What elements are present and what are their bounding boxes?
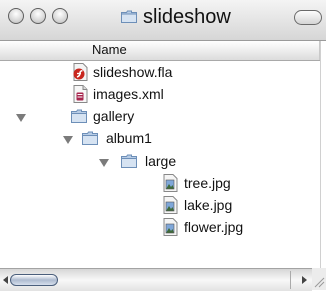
scroll-left-arrow-icon[interactable] [3,276,8,284]
list-item[interactable]: gallery [0,106,320,128]
list-item[interactable]: lake.jpg [0,195,320,217]
window-title: slideshow [143,6,231,28]
folder-icon [82,131,98,145]
list-item-label: gallery [93,108,135,124]
list-item-label: album1 [106,130,152,146]
image-file-icon [163,196,178,214]
list-right-edge [320,41,321,268]
image-file-icon [163,174,178,192]
list-item-label: lake.jpg [184,197,233,213]
finder-window: slideshow Name slideshow.fla images.xml [0,0,326,294]
scroll-right-arrow-icon[interactable] [302,276,307,284]
resize-grip-icon[interactable] [312,268,326,290]
scroll-arrow-divider [290,271,291,289]
list-item[interactable]: flower.jpg [0,217,320,239]
list-item-label: tree.jpg [184,175,231,191]
minimize-button[interactable] [30,8,46,24]
folder-icon [121,10,137,23]
title-bar[interactable]: slideshow [0,0,326,41]
list-item-label: slideshow.fla [93,64,173,80]
list-item-label: large [145,153,177,169]
toolbar-toggle-button[interactable] [294,10,322,25]
list-item[interactable]: images.xml [0,84,320,106]
scroll-thumb[interactable] [10,274,58,286]
folder-icon [71,109,87,123]
column-header-label: Name [92,42,127,57]
zoom-button[interactable] [52,8,68,24]
flash-file-icon [73,63,88,81]
list-item[interactable]: album1 [0,128,320,150]
list-item-label: images.xml [93,86,164,102]
close-button[interactable] [8,8,24,24]
column-header-name[interactable]: Name [0,41,320,61]
xml-file-icon [73,85,88,103]
list-item-label: flower.jpg [184,219,244,235]
horizontal-scrollbar[interactable] [0,268,312,291]
disclosure-triangle-icon[interactable] [99,159,109,167]
folder-icon [121,154,137,168]
list-item[interactable]: slideshow.fla [0,62,320,84]
disclosure-triangle-icon[interactable] [63,136,73,144]
list-item[interactable]: large [0,150,320,172]
list-item[interactable]: tree.jpg [0,173,320,195]
image-file-icon [163,218,178,236]
disclosure-triangle-icon[interactable] [16,114,26,122]
